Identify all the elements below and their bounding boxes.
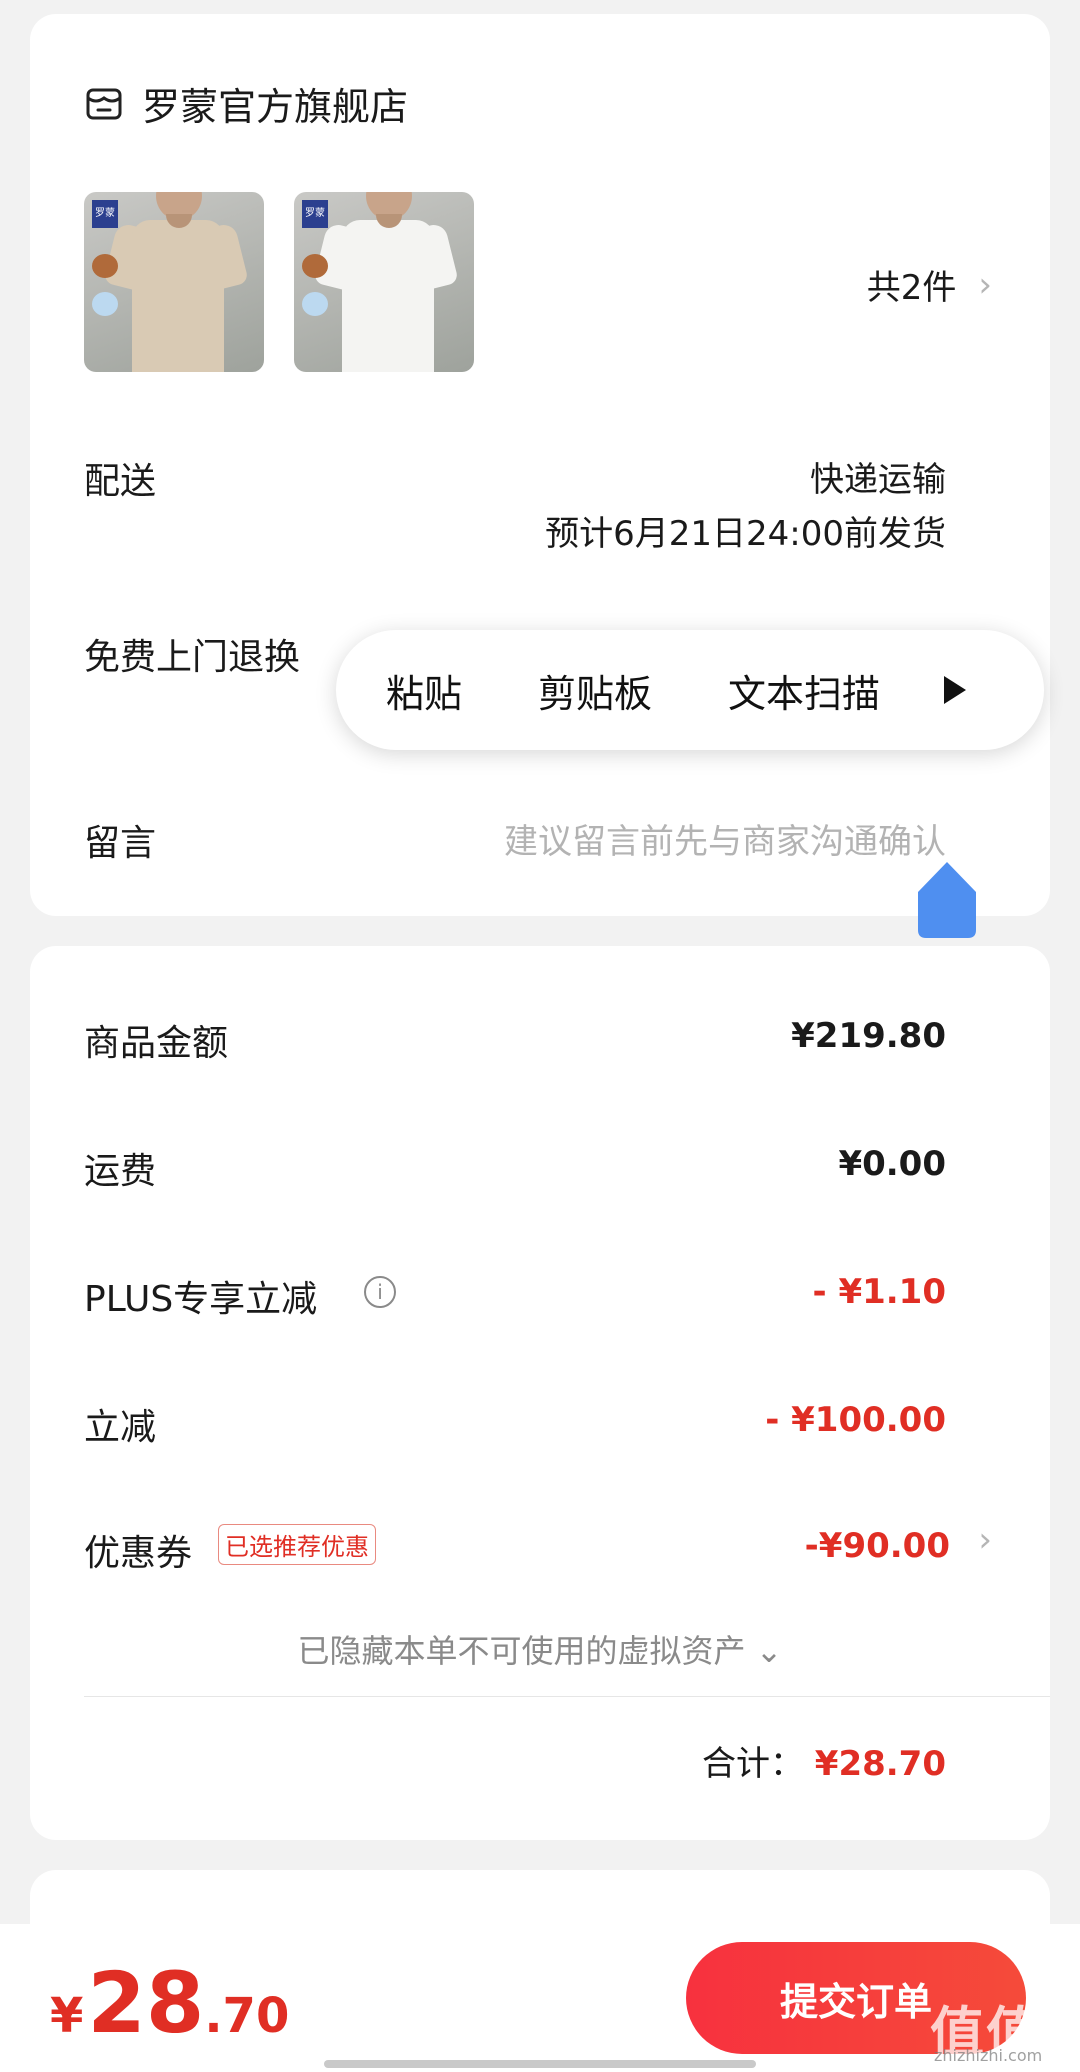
message-input[interactable]: 建议留言前先与商家沟通确认 xyxy=(504,814,946,863)
home-indicator[interactable] xyxy=(324,2060,756,2068)
hidden-assets-toggle[interactable]: 已隐藏本单不可使用的虚拟资产 ⌄ xyxy=(30,1626,1050,1672)
store-name: 罗蒙官方旗舰店 xyxy=(142,85,409,129)
item-count-link[interactable]: 共2件 › xyxy=(867,260,992,309)
delivery-method[interactable]: 快递运输 xyxy=(810,452,946,501)
shipping-value: ¥0.00 xyxy=(838,1144,946,1184)
divider xyxy=(84,1696,1050,1697)
brand-tag: 罗蒙 xyxy=(302,200,328,228)
pay-amount: ¥ 28 .70 xyxy=(50,1954,289,2052)
menu-item-paste[interactable]: 粘贴 xyxy=(386,663,462,718)
plus-discount-value: - ¥1.10 xyxy=(812,1272,947,1312)
chevron-right-icon: › xyxy=(978,1520,992,1560)
menu-item-text-scan[interactable]: 文本扫描 xyxy=(728,663,880,718)
coupon-value: -¥90.00 xyxy=(804,1526,950,1566)
total-label: 合计： xyxy=(701,1744,804,1784)
text-context-menu: 粘贴 剪贴板 文本扫描 xyxy=(336,630,1044,750)
price-summary-card xyxy=(30,946,1050,1840)
shipping-label: 运费 xyxy=(84,1151,157,1192)
amount-integer: 28 xyxy=(87,1954,205,2052)
watermark-url: zhizhizhi.com xyxy=(934,2046,1043,2065)
goods-amount-label: 商品金额 xyxy=(84,1023,229,1064)
delivery-label: 配送 xyxy=(84,461,157,502)
brand-tag: 罗蒙 xyxy=(92,200,118,228)
fabric-chip-icon xyxy=(92,292,118,316)
text-cursor-handle[interactable] xyxy=(918,862,976,938)
plus-discount-label: PLUS专享立减 xyxy=(84,1279,318,1320)
delivery-eta: 预计6月21日24:00前发货 xyxy=(545,514,946,554)
instant-discount-value: - ¥100.00 xyxy=(765,1400,946,1440)
total-amount: ¥28.70 xyxy=(814,1744,946,1784)
store-icon xyxy=(86,88,122,119)
currency-symbol: ¥ xyxy=(50,1988,84,2044)
fabric-chip-icon xyxy=(302,292,328,316)
instant-discount-label: 立减 xyxy=(84,1407,157,1448)
store-header[interactable]: 罗蒙官方旗舰店 xyxy=(84,76,408,131)
item-count: 共2件 xyxy=(866,268,957,308)
coupon-label: 优惠券 xyxy=(84,1533,193,1574)
tshirt-image xyxy=(132,220,224,372)
menu-item-clipboard[interactable]: 剪贴板 xyxy=(538,663,652,718)
info-icon[interactable]: i xyxy=(364,1276,396,1308)
chevron-right-icon: › xyxy=(978,264,992,305)
total-row: 合计： ¥28.70 xyxy=(702,1736,946,1785)
goods-amount-value: ¥219.80 xyxy=(791,1016,946,1056)
checkout-bar: ¥ 28 .70 提交订单 xyxy=(0,1924,1080,2072)
play-arrow-icon[interactable] xyxy=(944,676,967,704)
store-card: 罗蒙官方旗舰店 罗蒙 罗蒙 共2件 › 配送 快递运输 预计6月21日24:00… xyxy=(30,14,1050,916)
fabric-chip-icon xyxy=(92,254,118,278)
product-thumbnail[interactable]: 罗蒙 xyxy=(294,192,474,372)
tshirt-image xyxy=(342,220,434,372)
return-service-label: 免费上门退换 xyxy=(84,637,301,678)
message-label: 留言 xyxy=(84,823,157,864)
fabric-chip-icon xyxy=(302,254,328,278)
amount-decimal: .70 xyxy=(204,1988,290,2044)
product-thumbnail[interactable]: 罗蒙 xyxy=(84,192,264,372)
coupon-recommended-badge: 已选推荐优惠 xyxy=(218,1524,376,1565)
